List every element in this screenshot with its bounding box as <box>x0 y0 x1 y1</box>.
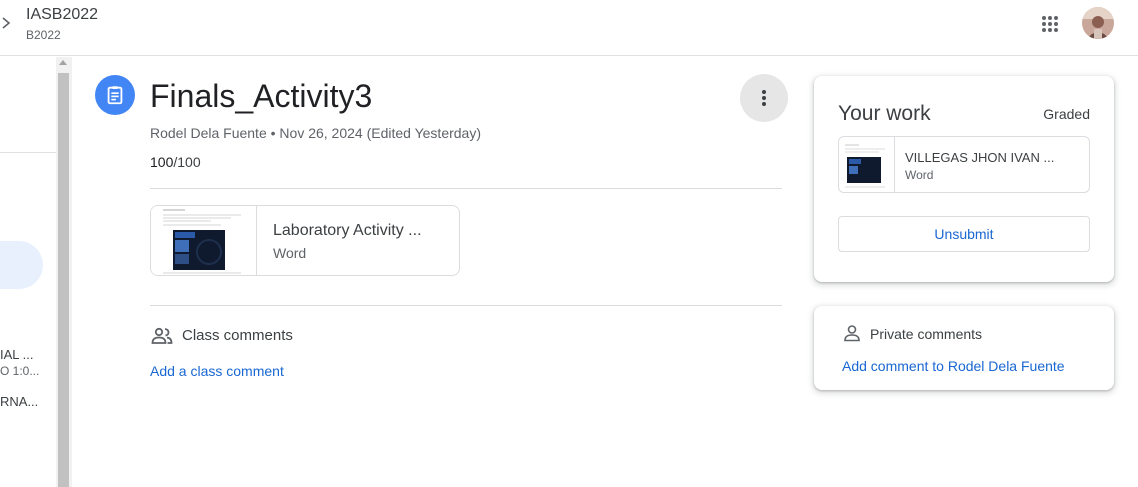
work-status-badge: Graded <box>1043 106 1090 122</box>
your-work-title: Your work <box>838 102 931 125</box>
attachment-type: Word <box>273 245 307 261</box>
sidebar-item-1-title[interactable]: IAL ... <box>0 347 33 362</box>
avatar-image <box>1082 7 1114 39</box>
class-name[interactable]: IASB2022 <box>26 6 98 24</box>
class-sidebar: IAL ... O 1:0... RNA... <box>0 57 56 487</box>
sidebar-selected-item[interactable] <box>0 241 43 289</box>
assignment-attachment[interactable]: Laboratory Activity ... Word <box>150 205 460 276</box>
attachment-thumbnail <box>151 206 257 275</box>
more-options-button[interactable] <box>740 74 788 122</box>
scroll-up-arrow-icon[interactable] <box>59 60 67 65</box>
divider <box>150 188 782 189</box>
add-private-comment-link[interactable]: Add comment to Rodel Dela Fuente <box>842 358 1065 374</box>
sidebar-item-1-subtitle: O 1:0... <box>0 364 40 378</box>
points-earned: 100 <box>150 154 174 170</box>
scrollbar-thumb[interactable] <box>58 73 69 487</box>
account-avatar[interactable] <box>1082 7 1114 39</box>
assignment-points: 100/100 <box>150 154 201 170</box>
divider <box>150 305 782 306</box>
submitted-file-type: Word <box>905 168 934 182</box>
google-apps-icon[interactable] <box>1038 12 1062 36</box>
class-section: B2022 <box>26 28 61 42</box>
private-comments-card: Private comments Add comment to Rodel De… <box>814 306 1114 390</box>
points-total: /100 <box>173 154 201 170</box>
private-comments-label: Private comments <box>870 326 983 342</box>
class-comments-label: Class comments <box>182 327 293 344</box>
attachment-name: Laboratory Activity ... <box>273 222 422 239</box>
more-vert-icon <box>762 90 766 106</box>
submitted-file-name: VILLEGAS JHON IVAN ... <box>905 150 1055 165</box>
submitted-file-thumbnail <box>839 137 895 192</box>
sidebar-item-2-title[interactable]: RNA... <box>0 394 38 409</box>
top-app-bar: IASB2022 B2022 <box>0 0 1138 56</box>
assignment-title: Finals_Activity3 <box>150 78 373 114</box>
people-icon <box>151 327 173 344</box>
unsubmit-button[interactable]: Unsubmit <box>838 216 1090 252</box>
add-class-comment-link[interactable]: Add a class comment <box>150 363 284 379</box>
assignment-icon <box>95 75 135 115</box>
chevron-right-icon[interactable] <box>0 14 14 32</box>
sidebar-divider <box>0 152 56 153</box>
your-work-card: Your work Graded VILLEGAS JHON IVAN ... … <box>814 76 1114 282</box>
assignment-meta: Rodel Dela Fuente • Nov 26, 2024 (Edited… <box>150 125 481 141</box>
person-icon <box>844 325 860 342</box>
submitted-file[interactable]: VILLEGAS JHON IVAN ... Word <box>838 136 1090 193</box>
